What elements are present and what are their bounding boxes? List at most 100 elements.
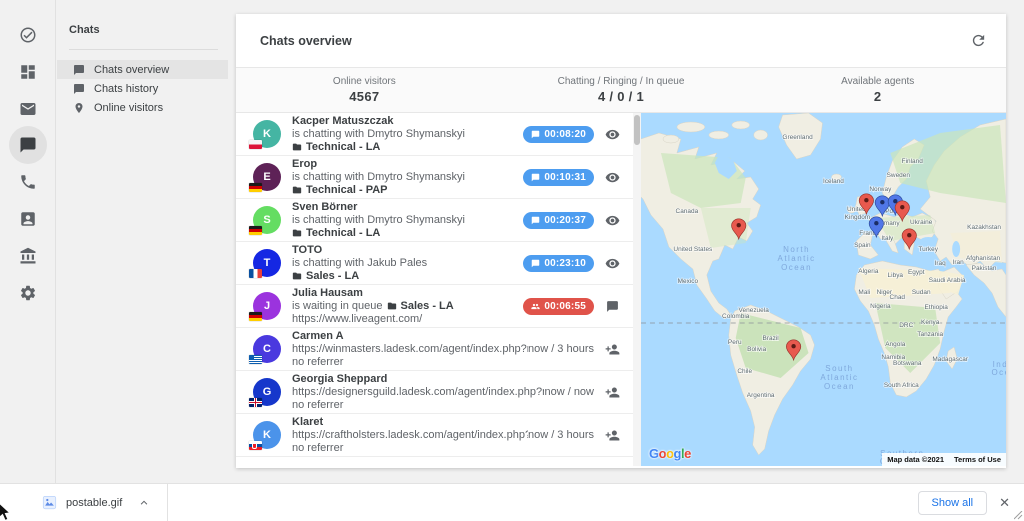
sidebar-item-chats-overview[interactable]: Chats overview <box>57 60 228 79</box>
visit-duration: now / 3 hours <box>528 343 594 355</box>
google-logo[interactable]: Google <box>649 446 691 461</box>
rail-item-phone[interactable] <box>9 163 47 200</box>
chat-list-row[interactable]: E Eropis chatting with Dmytro ShymanskyiT… <box>236 156 633 199</box>
country-flag-de <box>249 312 262 321</box>
visit-duration: now / now <box>544 386 594 398</box>
list-scrollbar[interactable] <box>633 113 641 466</box>
map-label: Norway <box>869 186 892 193</box>
place-icon <box>73 102 85 114</box>
rail-item-dashboard[interactable] <box>9 53 47 90</box>
bank-icon <box>19 247 37 265</box>
folder-icon <box>292 142 302 152</box>
downloads-divider <box>167 484 168 521</box>
timer-badge: 00:08:20 <box>523 126 594 143</box>
world-map[interactable]: GreenlandIcelandNorwaySwedenFinlandCanad… <box>641 113 1006 466</box>
downloads-bar: postable.gif Show all ✕ <box>0 483 1024 521</box>
refresh-button[interactable] <box>968 31 988 51</box>
rail-item-settings[interactable] <box>9 274 47 311</box>
status-text: is chatting with Jakub Pales <box>292 257 427 270</box>
eye-button[interactable] <box>604 169 620 185</box>
visitor-avatar <box>253 464 281 466</box>
check-circle-icon <box>19 26 37 44</box>
chat-list-row[interactable]: from Queens, United States <box>236 457 633 466</box>
chat-icon <box>73 83 85 95</box>
icon-rail <box>0 0 56 483</box>
window-resize-handle[interactable] <box>1014 511 1023 520</box>
chat-row-actions: now / now <box>544 384 633 400</box>
map-label: Tanzania <box>917 331 943 338</box>
chat-row-line: https://craftholsters.ladesk.com/agent/i… <box>292 429 528 442</box>
terms-of-use-link[interactable]: Terms of Use <box>949 453 1006 466</box>
queue-icon <box>531 302 540 311</box>
timer-badge: 00:20:37 <box>523 212 594 229</box>
chat-row-line: is waiting in queueSales - LA <box>292 300 523 313</box>
sidebar-item-label: Chats history <box>94 83 158 95</box>
status-text: no referrer <box>292 399 343 412</box>
chat-list-row[interactable]: TTOTOis chatting with Jakub PalesSales -… <box>236 242 633 285</box>
department-label: Sales - LA <box>401 300 454 313</box>
rail-item-chat[interactable] <box>9 126 47 164</box>
rail-item-check-circle[interactable] <box>9 16 47 53</box>
country-flag-pl <box>249 140 262 149</box>
map-label: Mexico <box>678 278 699 285</box>
chat-row-line: Technical - LA <box>292 141 523 154</box>
chat-row-text: TOTOis chatting with Jakub PalesSales - … <box>292 244 523 283</box>
folder-icon <box>292 185 302 195</box>
map-label: Colombia <box>722 313 750 320</box>
visitor-avatar: S <box>253 206 281 234</box>
visitor-url: https://designersguild.ladesk.com/agent/… <box>292 386 544 399</box>
close-downloads-icon[interactable]: ✕ <box>999 496 1010 509</box>
chat-row-line: https://www.liveagent.com/ <box>292 313 523 326</box>
rail-item-contact-card[interactable] <box>9 200 47 237</box>
chat-row-line: Technical - LA <box>292 227 523 240</box>
show-all-button[interactable]: Show all <box>918 491 988 515</box>
sidebar-item-chats-history[interactable]: Chats history <box>57 79 228 98</box>
eye-button[interactable] <box>604 126 620 142</box>
map-label: United States <box>673 246 713 253</box>
timer-badge: 00:23:10 <box>523 255 594 272</box>
person-add-button[interactable] <box>604 384 620 400</box>
stat-online-visitors: Online visitors4567 <box>236 68 493 112</box>
map-label: Ethiopia <box>924 304 948 311</box>
overview-content: KKacper Matuszczakis chatting with Dmytr… <box>236 113 1006 466</box>
map-label: Atlantic <box>820 373 858 382</box>
refresh-icon <box>970 32 987 49</box>
contact-card-icon <box>19 210 37 228</box>
scrollbar-thumb[interactable] <box>634 115 640 145</box>
chat-list-row[interactable]: CCarmen Ahttps://winmasters.ladesk.com/a… <box>236 328 633 371</box>
rail-item-bank[interactable] <box>9 237 47 274</box>
chat-button[interactable] <box>604 298 620 314</box>
chat-list-row[interactable]: JJulia Hausamis waiting in queueSales - … <box>236 285 633 328</box>
chat-icon <box>606 300 619 313</box>
chat-list-row[interactable]: KKacper Matuszczakis chatting with Dmytr… <box>236 113 633 156</box>
map-label: Iraq <box>935 260 947 267</box>
chat-row-line: no referrer <box>292 399 544 412</box>
map-label: Botswana <box>893 360 922 367</box>
map-label: Angola <box>885 341 906 348</box>
stat-label: Online visitors <box>333 76 396 87</box>
chat-list-row[interactable]: GGeorgia Sheppardhttps://designersguild.… <box>236 371 633 414</box>
visitor-url: https://www.liveagent.com/ <box>292 313 422 326</box>
map-label: Sweden <box>887 172 911 179</box>
status-text: no referrer <box>292 442 343 455</box>
chat-list-row[interactable]: KKlarethttps://craftholsters.ladesk.com/… <box>236 414 633 457</box>
country-flag-de <box>249 183 262 192</box>
person-add-button[interactable] <box>604 427 620 443</box>
map-label: South <box>825 364 853 373</box>
eye-button[interactable] <box>604 212 620 228</box>
sidebar-item-label: Online visitors <box>94 102 163 114</box>
dashboard-icon <box>19 63 37 81</box>
eye-button[interactable] <box>604 255 620 271</box>
rail-item-mail[interactable] <box>9 90 47 127</box>
download-item[interactable]: postable.gif <box>42 495 149 510</box>
nav-title: Chats <box>69 24 236 36</box>
chevron-up-icon[interactable] <box>139 498 149 508</box>
visitor-name: Sven Börner <box>292 201 523 214</box>
person-add-button[interactable] <box>604 341 620 357</box>
sidebar-item-online-visitors[interactable]: Online visitors <box>57 98 228 117</box>
chat-list-row[interactable]: SSven Börneris chatting with Dmytro Shym… <box>236 199 633 242</box>
chat-row-text: Eropis chatting with Dmytro ShymanskyiTe… <box>292 158 523 197</box>
visitor-avatar: E <box>253 163 281 191</box>
map-label: Saudi Arabia <box>929 277 966 284</box>
visitor-name-text: Erop <box>292 158 317 171</box>
